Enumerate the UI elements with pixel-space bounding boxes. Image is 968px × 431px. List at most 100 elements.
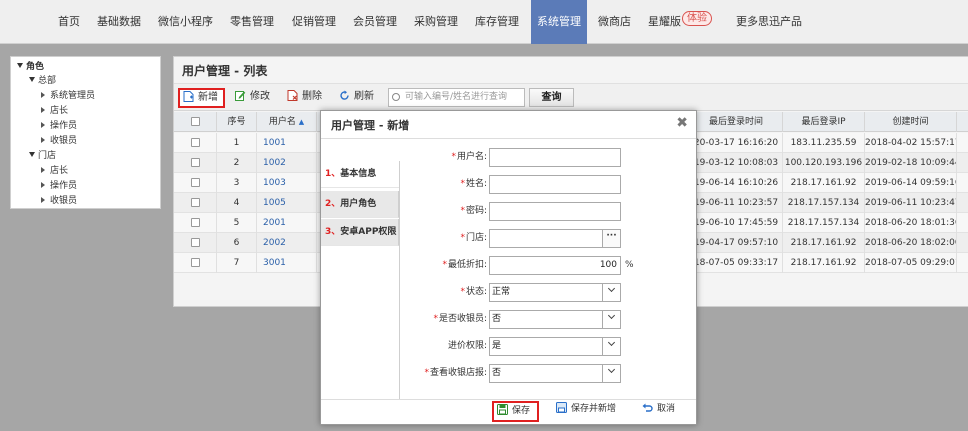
collapse-icon <box>41 91 45 98</box>
password-input[interactable] <box>489 202 621 221</box>
search-input[interactable]: 可输入编号/姓名进行查询 <box>388 88 525 107</box>
nav-item-microstore[interactable]: 微商店 <box>598 0 631 44</box>
toolbar: 新增 修改 删除 刷新 可输入编号/姓名进行查询 查询 <box>174 83 968 111</box>
collapse-icon <box>41 106 45 113</box>
label-discount: *最低折扣: <box>442 260 487 270</box>
checkbox[interactable] <box>191 178 200 187</box>
cell-username[interactable]: 2002 <box>257 233 317 253</box>
nav-item-more-products[interactable]: 更多思迅产品 <box>736 0 802 44</box>
cell-seq: 3 <box>217 173 257 193</box>
checkbox[interactable] <box>191 198 200 207</box>
refresh-button[interactable]: 刷新 <box>336 88 374 108</box>
chevron-down-icon[interactable] <box>602 338 620 355</box>
tree-node-store-manager[interactable]: 店长 <box>41 164 68 178</box>
dialog-title: 用户管理 - 新增 <box>331 119 410 132</box>
nav-item-purchase[interactable]: 采购管理 <box>414 0 458 44</box>
cell-username[interactable]: 1002 <box>257 153 317 173</box>
nav-item-home[interactable]: 首页 <box>58 0 80 44</box>
tree-node-hq-admin[interactable]: 系统管理员 <box>41 89 95 103</box>
cell-username[interactable]: 1003 <box>257 173 317 193</box>
save-new-icon <box>556 402 567 413</box>
save-button[interactable]: 保存 <box>492 401 539 422</box>
nav-item-retail[interactable]: 零售管理 <box>230 0 274 44</box>
tree-root[interactable]: 角色 <box>17 60 44 74</box>
expand-icon <box>29 152 35 157</box>
cell-last-login-ip: 183.11.235.59 <box>783 133 865 153</box>
checkbox[interactable] <box>191 238 200 247</box>
cell-last-login-time: 19-06-14 16:10:26 <box>690 173 783 193</box>
tree-node-store[interactable]: 门店 <box>29 149 56 163</box>
chevron-down-icon[interactable] <box>602 284 620 301</box>
nav-item-system[interactable]: 系统管理 <box>531 0 587 44</box>
cell-created: 2019-02-18 10:09:44 <box>865 153 957 173</box>
add-user-dialog: 用户管理 - 新增 ✖ 1、基本信息 2、用户角色 3、安卓APP权限 *用户名… <box>320 110 697 425</box>
cell-username[interactable]: 2001 <box>257 213 317 233</box>
nav-item-member[interactable]: 会员管理 <box>353 0 397 44</box>
delete-button[interactable]: 删除 <box>284 88 322 108</box>
cancel-button[interactable]: 取消 <box>639 401 675 422</box>
tree-node-store-cashier[interactable]: 收银员 <box>41 194 77 208</box>
is-cashier-select[interactable]: 否 <box>489 310 621 329</box>
tree-node-hq-cashier[interactable]: 收银员 <box>41 134 77 148</box>
tree-node-hq-operator[interactable]: 操作员 <box>41 119 77 133</box>
header-select-all[interactable] <box>174 112 217 132</box>
cell-created: 2018-06-20 18:01:36 <box>865 213 957 233</box>
row-select-cell[interactable] <box>174 133 217 153</box>
name-input[interactable] <box>489 175 621 194</box>
nav-item-promotion[interactable]: 促销管理 <box>292 0 336 44</box>
cell-last-login-ip: 218.17.161.92 <box>783 233 865 253</box>
view-cashier-report-select[interactable]: 否 <box>489 364 621 383</box>
chevron-down-icon[interactable] <box>602 365 620 382</box>
status-select[interactable]: 正常 <box>489 283 621 302</box>
tab-android-app-perm[interactable]: 3、安卓APP权限 <box>321 219 399 246</box>
collapse-icon <box>41 196 45 203</box>
chevron-down-icon[interactable] <box>602 311 620 328</box>
cell-created: 2018-07-05 09:29:01 <box>865 253 957 273</box>
nav-item-basic-data[interactable]: 基础数据 <box>97 0 141 44</box>
tree-node-store-operator[interactable]: 操作员 <box>41 179 77 193</box>
cell-username[interactable]: 3001 <box>257 253 317 273</box>
checkbox[interactable] <box>191 258 200 267</box>
username-input[interactable] <box>489 148 621 167</box>
edit-button[interactable]: 修改 <box>232 88 270 108</box>
add-button[interactable]: 新增 <box>178 88 225 108</box>
row-select-cell[interactable] <box>174 153 217 173</box>
cell-last-login-time: 18-07-05 09:33:17 <box>690 253 783 273</box>
save-and-new-button[interactable]: 保存并新增 <box>553 401 616 422</box>
row-select-cell[interactable] <box>174 193 217 213</box>
cell-username[interactable]: 1001 <box>257 133 317 153</box>
tab-user-role[interactable]: 2、用户角色 <box>321 191 399 218</box>
nav-item-wechat-miniprogram[interactable]: 微信小程序 <box>158 0 213 44</box>
cell-username[interactable]: 1005 <box>257 193 317 213</box>
expand-icon <box>29 77 35 82</box>
cell-last-login-time: 19-06-10 17:45:59 <box>690 213 783 233</box>
nav-item-inventory[interactable]: 库存管理 <box>475 0 519 44</box>
collapse-icon <box>41 181 45 188</box>
row-select-cell[interactable] <box>174 233 217 253</box>
tree-node-hq-manager[interactable]: 店长 <box>41 104 68 118</box>
cell-seq: 1 <box>217 133 257 153</box>
purchase-price-perm-select[interactable]: 是 <box>489 337 621 356</box>
nav-item-xingyao[interactable]: 星耀版 体验 <box>648 0 712 44</box>
row-select-cell[interactable] <box>174 173 217 193</box>
row-select-cell[interactable] <box>174 213 217 233</box>
cell-created: 2018-04-02 15:57:17 <box>865 133 957 153</box>
checkbox[interactable] <box>191 158 200 167</box>
checkbox[interactable] <box>191 218 200 227</box>
role-tree: 角色 总部 系统管理员 店长 操作员 收银员 门店 店长 操作员 收银员 <box>10 56 161 209</box>
tab-basic-info[interactable]: 1、基本信息 <box>321 161 399 188</box>
checkbox[interactable] <box>191 138 200 147</box>
store-input[interactable]: ··· <box>489 229 621 248</box>
more-icon[interactable]: ··· <box>602 230 620 247</box>
refresh-icon <box>340 90 349 100</box>
discount-input[interactable]: 100 <box>489 256 621 275</box>
tree-node-hq[interactable]: 总部 <box>29 74 56 88</box>
row-select-cell[interactable] <box>174 253 217 273</box>
cell-created: 2019-06-14 09:59:16 <box>865 173 957 193</box>
delete-doc-icon <box>287 89 298 101</box>
cell-seq: 7 <box>217 253 257 273</box>
close-icon[interactable]: ✖ <box>676 115 688 131</box>
header-username[interactable]: 用户名 ▲ <box>257 112 317 132</box>
checkbox[interactable] <box>191 117 200 126</box>
query-button[interactable]: 查询 <box>529 88 574 107</box>
